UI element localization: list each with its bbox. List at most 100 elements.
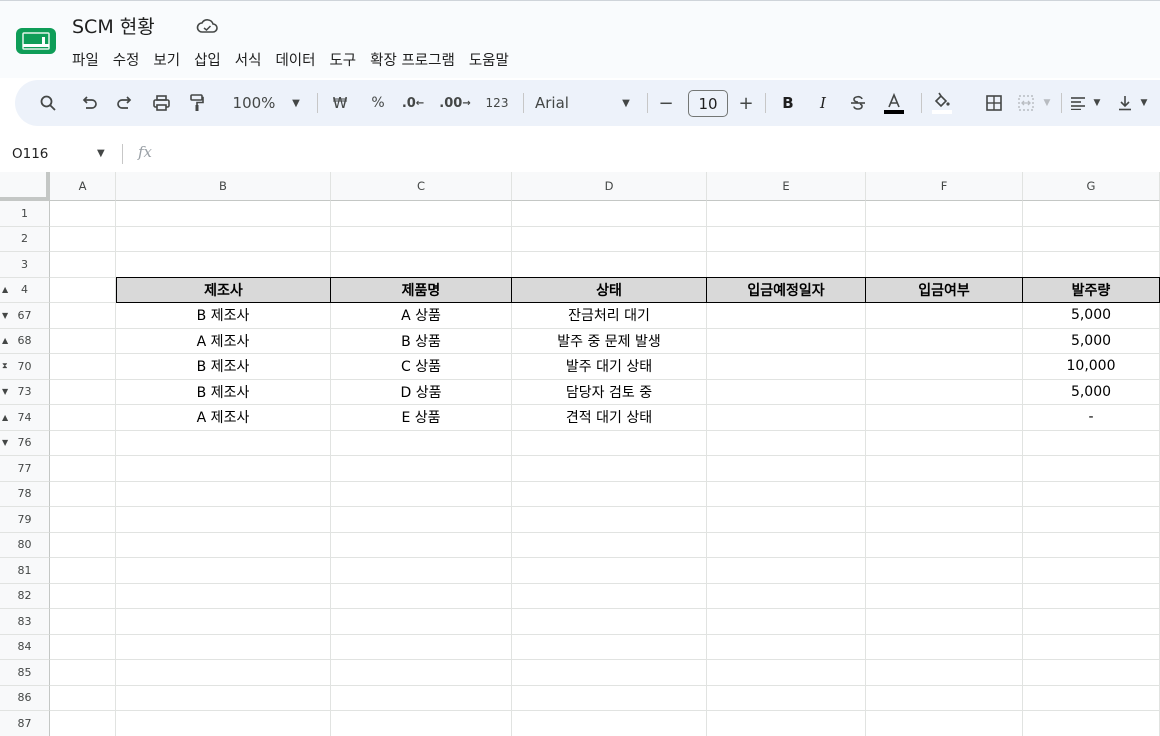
table-cell[interactable]: 발주 대기 상태 bbox=[512, 354, 707, 380]
menu-help[interactable]: 도움말 bbox=[469, 47, 517, 72]
grid-cell[interactable] bbox=[866, 660, 1023, 686]
row-group-toggle-icon[interactable]: ▲ bbox=[2, 285, 8, 294]
grid-cell[interactable] bbox=[1023, 558, 1160, 584]
grid-cell[interactable] bbox=[50, 660, 116, 686]
menu-format[interactable]: 서식 bbox=[235, 47, 270, 72]
vertical-align-icon[interactable] bbox=[1115, 80, 1135, 126]
grid-cell[interactable] bbox=[866, 481, 1023, 507]
grid-cell[interactable] bbox=[116, 430, 331, 456]
table-cell[interactable] bbox=[866, 405, 1023, 431]
zoom-select[interactable]: 100% bbox=[229, 80, 279, 126]
table-cell[interactable]: B 상품 bbox=[331, 328, 512, 354]
grid-cell[interactable] bbox=[116, 481, 331, 507]
table-cell[interactable]: E 상품 bbox=[331, 405, 512, 431]
merge-dropdown-icon[interactable]: ▼ bbox=[1041, 80, 1053, 126]
table-header-cell[interactable]: 상태 bbox=[512, 277, 707, 303]
grid-cell[interactable] bbox=[50, 328, 116, 354]
row-group-toggle-icon[interactable]: ⧗ bbox=[2, 361, 8, 371]
fill-color-icon[interactable] bbox=[929, 80, 955, 126]
table-header-cell[interactable]: 제품명 bbox=[331, 277, 512, 303]
font-dropdown-icon[interactable]: ▼ bbox=[619, 80, 633, 126]
row-header[interactable]: 4 ▲ bbox=[0, 277, 50, 303]
table-cell[interactable] bbox=[707, 354, 866, 380]
grid-cell[interactable] bbox=[1023, 634, 1160, 660]
grid-cell[interactable] bbox=[866, 430, 1023, 456]
grid-cell[interactable] bbox=[1023, 430, 1160, 456]
column-header-c[interactable]: C bbox=[331, 172, 512, 201]
grid-cell[interactable] bbox=[866, 252, 1023, 278]
grid-cell[interactable] bbox=[866, 609, 1023, 635]
grid-cell[interactable] bbox=[1023, 226, 1160, 252]
row-header[interactable]: 68 ▲ bbox=[0, 328, 50, 354]
grid-cell[interactable] bbox=[50, 583, 116, 609]
text-color-icon[interactable] bbox=[881, 80, 907, 126]
row-header[interactable]: 76 ▼ bbox=[0, 430, 50, 456]
grid-cell[interactable] bbox=[512, 252, 707, 278]
grid-cell[interactable] bbox=[1023, 481, 1160, 507]
grid-cell[interactable] bbox=[331, 201, 512, 227]
grid-cell[interactable] bbox=[331, 711, 512, 736]
row-group-toggle-icon[interactable]: ▼ bbox=[2, 311, 8, 320]
table-cell[interactable]: A 제조사 bbox=[116, 405, 331, 431]
grid-cell[interactable] bbox=[50, 252, 116, 278]
grid-cell[interactable] bbox=[707, 456, 866, 482]
row-header[interactable]: 70 ⧗ bbox=[0, 354, 50, 380]
row-header[interactable]: 77 bbox=[0, 456, 50, 482]
table-cell[interactable]: B 제조사 bbox=[116, 379, 331, 405]
grid-cell[interactable] bbox=[116, 711, 331, 736]
table-cell[interactable] bbox=[866, 328, 1023, 354]
grid-cell[interactable] bbox=[866, 507, 1023, 533]
grid-cell[interactable] bbox=[1023, 711, 1160, 736]
table-cell[interactable] bbox=[866, 379, 1023, 405]
grid-cell[interactable] bbox=[50, 303, 116, 329]
column-header-e[interactable]: E bbox=[707, 172, 866, 201]
grid-cell[interactable] bbox=[50, 226, 116, 252]
table-cell[interactable] bbox=[866, 303, 1023, 329]
grid-cell[interactable] bbox=[116, 660, 331, 686]
grid-cell[interactable] bbox=[866, 226, 1023, 252]
table-cell[interactable]: 잔금처리 대기 bbox=[512, 303, 707, 329]
menu-data[interactable]: 데이터 bbox=[275, 47, 323, 72]
search-menus-icon[interactable] bbox=[35, 80, 61, 126]
grid-cell[interactable] bbox=[1023, 456, 1160, 482]
column-header-f[interactable]: F bbox=[866, 172, 1023, 201]
table-cell[interactable] bbox=[707, 405, 866, 431]
grid-cell[interactable] bbox=[512, 660, 707, 686]
grid-cell[interactable] bbox=[331, 660, 512, 686]
percent-format-button[interactable]: % bbox=[367, 80, 389, 126]
print-icon[interactable] bbox=[149, 80, 173, 126]
grid-cell[interactable] bbox=[331, 456, 512, 482]
grid-cell[interactable] bbox=[116, 634, 331, 660]
grid-cell[interactable] bbox=[331, 252, 512, 278]
grid-cell[interactable] bbox=[707, 507, 866, 533]
row-group-toggle-icon[interactable]: ▲ bbox=[2, 413, 8, 422]
row-header[interactable]: 86 bbox=[0, 685, 50, 711]
grid-cell[interactable] bbox=[116, 532, 331, 558]
grid-cell[interactable] bbox=[50, 430, 116, 456]
borders-icon[interactable] bbox=[983, 80, 1005, 126]
strikethrough-icon[interactable] bbox=[847, 80, 869, 126]
grid-cell[interactable] bbox=[866, 685, 1023, 711]
grid-cell[interactable] bbox=[331, 685, 512, 711]
grid-cell[interactable] bbox=[707, 481, 866, 507]
grid-cell[interactable] bbox=[331, 558, 512, 584]
grid-cell[interactable] bbox=[512, 201, 707, 227]
grid-cell[interactable] bbox=[707, 430, 866, 456]
row-header[interactable]: 83 bbox=[0, 609, 50, 635]
grid-cell[interactable] bbox=[116, 558, 331, 584]
menu-extensions[interactable]: 확장 프로그램 bbox=[370, 47, 463, 72]
grid-cell[interactable] bbox=[50, 277, 116, 303]
increase-font-size-button[interactable]: + bbox=[735, 80, 757, 126]
grid-cell[interactable] bbox=[116, 583, 331, 609]
grid-cell[interactable] bbox=[50, 609, 116, 635]
row-header[interactable]: 2 bbox=[0, 226, 50, 252]
grid-cell[interactable] bbox=[50, 507, 116, 533]
row-header[interactable]: 87 bbox=[0, 711, 50, 736]
column-header-g[interactable]: G bbox=[1023, 172, 1160, 201]
grid-cell[interactable] bbox=[1023, 201, 1160, 227]
grid-cell[interactable] bbox=[50, 379, 116, 405]
grid-cell[interactable] bbox=[707, 609, 866, 635]
grid-cell[interactable] bbox=[116, 507, 331, 533]
table-cell[interactable] bbox=[707, 379, 866, 405]
grid-cell[interactable] bbox=[707, 660, 866, 686]
